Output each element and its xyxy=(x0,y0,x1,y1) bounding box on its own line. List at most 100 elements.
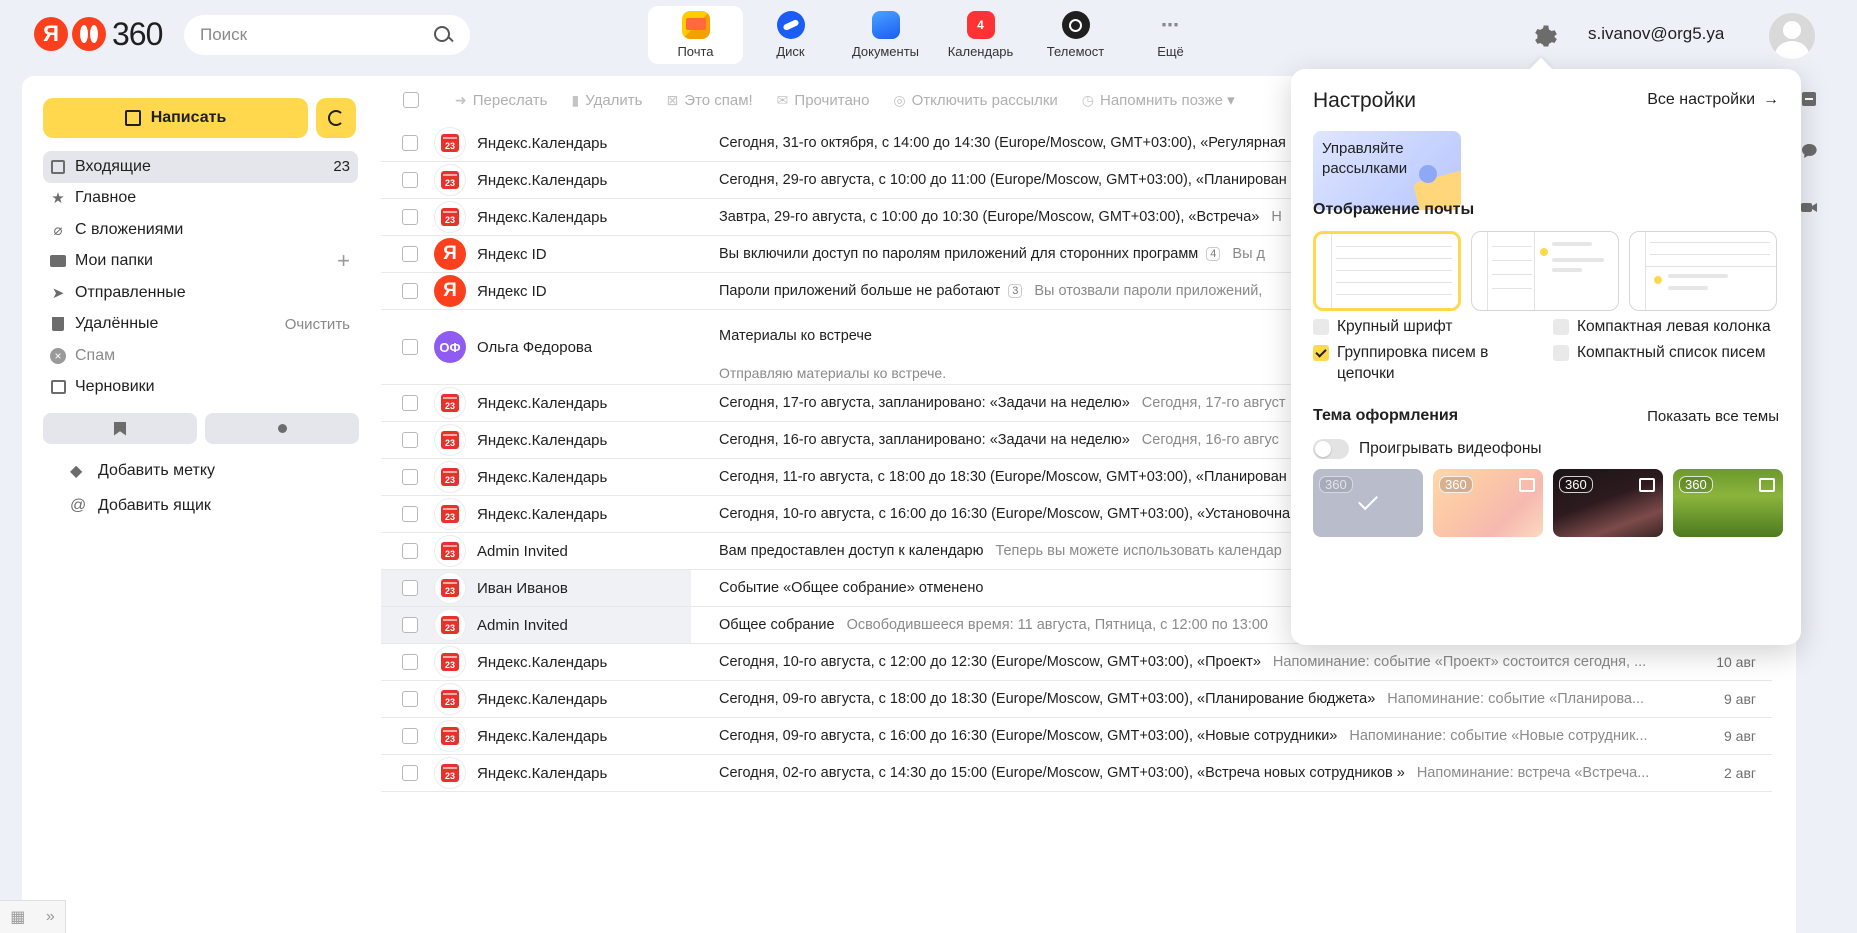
row-checkbox[interactable] xyxy=(402,469,418,485)
row-checkbox[interactable] xyxy=(402,283,418,299)
video-icon[interactable] xyxy=(1800,198,1818,216)
layout-option-split[interactable] xyxy=(1471,231,1619,311)
sidebar-item-spam[interactable]: × Спам xyxy=(43,340,358,372)
yandex-id-avatar: Я xyxy=(434,238,466,270)
select-all-checkbox[interactable] xyxy=(403,92,419,108)
table-row[interactable]: 23 Яндекс.Календарь Сегодня, 10-го августа… xyxy=(381,644,1772,681)
avatar[interactable] xyxy=(1769,13,1815,59)
yandex-360-logo[interactable]: Я 360 xyxy=(34,16,163,52)
layout-option-list[interactable] xyxy=(1313,231,1461,311)
refresh-button[interactable] xyxy=(316,98,356,138)
email-subject: Сегодня, 17-го августа, запланировано: «… xyxy=(719,395,1130,411)
expand-icon[interactable]: » xyxy=(46,908,55,926)
checkbox-checked[interactable] xyxy=(1313,345,1329,361)
theme-dark[interactable]: 360 xyxy=(1553,469,1663,537)
chat-icon[interactable] xyxy=(1800,142,1818,160)
search-icon[interactable] xyxy=(432,24,454,46)
option-group-threads[interactable]: Группировка писем в цепочки xyxy=(1313,343,1513,385)
mail-toolbar: ➜ Переслать ▮ Удалить ⊠ Это спам! ✉ Прочитан… xyxy=(381,80,1301,120)
archive-icon[interactable] xyxy=(1800,90,1818,108)
table-row[interactable]: 23 Яндекс.Календарь Сегодня, 09-го августа… xyxy=(381,681,1772,718)
checkbox[interactable] xyxy=(1553,319,1569,335)
sidebar-item-main[interactable]: ★ Главное xyxy=(43,183,358,215)
checkbox[interactable] xyxy=(1553,345,1569,361)
delete-button[interactable]: ▮ Удалить xyxy=(572,92,643,109)
service-more[interactable]: ⋯ Ещё xyxy=(1123,6,1218,64)
sidebar-item-label: С вложениями xyxy=(75,220,184,238)
row-checkbox[interactable] xyxy=(402,728,418,744)
row-checkbox[interactable] xyxy=(402,246,418,262)
theme-peach[interactable]: 360 xyxy=(1433,469,1543,537)
row-checkbox[interactable] xyxy=(402,209,418,225)
row-checkbox[interactable] xyxy=(402,580,418,596)
checkbox[interactable] xyxy=(1313,319,1329,335)
inbox-icon xyxy=(49,158,67,176)
video-toggle[interactable] xyxy=(1313,439,1349,459)
row-checkbox[interactable] xyxy=(402,506,418,522)
service-calendar[interactable]: 4 Календарь xyxy=(933,6,1028,64)
option-compact-list[interactable]: Компактный список писем xyxy=(1553,343,1766,364)
sidebar-item-deleted[interactable]: Удалённые Очистить xyxy=(43,309,358,341)
calendar-icon: 23 xyxy=(441,690,459,708)
remind-later-button[interactable]: ◷ Напомнить позже ▾ xyxy=(1082,91,1235,110)
add-folder-icon[interactable]: + xyxy=(337,248,350,274)
calendar-avatar: 23 xyxy=(434,683,466,715)
search-box[interactable] xyxy=(184,15,470,55)
thread-count-badge[interactable]: 3 xyxy=(1008,284,1023,299)
unsubscribe-button[interactable]: ◎ Отключить рассылки xyxy=(893,92,1057,109)
email-sender: Яндекс.Календарь xyxy=(477,171,608,189)
row-checkbox[interactable] xyxy=(402,172,418,188)
row-checkbox[interactable] xyxy=(402,543,418,559)
video-backgrounds-toggle-row[interactable]: Проигрывать видеофоны xyxy=(1313,439,1542,459)
theme-grass[interactable]: 360 xyxy=(1673,469,1783,537)
add-mailbox-link[interactable]: @ Добавить ящик xyxy=(70,491,320,521)
gear-icon[interactable] xyxy=(1532,22,1560,50)
row-checkbox[interactable] xyxy=(402,617,418,633)
add-label-text: Добавить метку xyxy=(98,462,216,479)
dot-pill[interactable] xyxy=(205,413,359,444)
service-disk[interactable]: Диск xyxy=(743,6,838,64)
row-checkbox[interactable] xyxy=(402,135,418,151)
service-documents[interactable]: Документы xyxy=(838,6,933,64)
thread-count-badge[interactable]: 4 xyxy=(1206,247,1221,262)
bookmarks-pill[interactable] xyxy=(43,413,197,444)
user-email[interactable]: s.ivanov@org5.ya36... xyxy=(1588,24,1724,44)
show-all-themes-link[interactable]: Показать все темы xyxy=(1647,408,1779,425)
search-input[interactable] xyxy=(200,25,432,45)
sidebar-item-my-folders[interactable]: Мои папки + xyxy=(43,246,358,278)
compose-button[interactable]: Написать xyxy=(43,98,308,138)
row-checkbox[interactable] xyxy=(402,765,418,781)
option-compact-left-column[interactable]: Компактная левая колонка xyxy=(1553,317,1771,338)
row-checkbox[interactable] xyxy=(402,395,418,411)
mark-read-button[interactable]: ✉ Прочитано xyxy=(777,92,870,109)
service-mail[interactable]: Почта xyxy=(648,6,743,64)
sidebar-item-sent[interactable]: ➤ Отправленные xyxy=(43,277,358,309)
row-checkbox[interactable] xyxy=(402,654,418,670)
spam-button[interactable]: ⊠ Это спам! xyxy=(667,92,753,109)
service-telemost[interactable]: Телемост xyxy=(1028,6,1123,64)
theme-default[interactable]: 360 xyxy=(1313,469,1423,537)
table-row[interactable]: 23 Яндекс.Календарь Сегодня, 02-го августа… xyxy=(381,755,1772,792)
calendar-icon: 23 xyxy=(441,468,459,486)
table-row[interactable]: 23 Яндекс.Календарь Сегодня, 09-го августа… xyxy=(381,718,1772,755)
disk-icon xyxy=(776,11,805,39)
bookmark-icon xyxy=(114,421,126,436)
sidebar-item-inbox[interactable]: Входящие 23 xyxy=(43,151,358,183)
option-large-font[interactable]: Крупный шрифт xyxy=(1313,317,1453,338)
manage-subscriptions-card[interactable]: Управляйте рассылками xyxy=(1313,131,1461,210)
row-checkbox[interactable] xyxy=(402,339,418,355)
email-subject: Событие «Общее собрание» отменено xyxy=(719,580,984,596)
forward-button[interactable]: ➜ Переслать xyxy=(455,92,548,109)
sidebar-item-drafts[interactable]: Черновики xyxy=(43,372,358,404)
sidebar-item-label: Мои папки xyxy=(75,252,153,270)
all-settings-link[interactable]: Все настройки → xyxy=(1647,91,1779,109)
add-label-link[interactable]: ◆ Добавить метку xyxy=(70,456,320,486)
clear-trash-button[interactable]: Очистить xyxy=(285,316,350,333)
row-checkbox[interactable] xyxy=(402,691,418,707)
sidebar-item-attachments[interactable]: ⌀ С вложениями xyxy=(43,214,358,246)
layout-icon[interactable]: ▦ xyxy=(10,907,25,927)
calendar-icon: 23 xyxy=(441,394,459,412)
row-checkbox[interactable] xyxy=(402,432,418,448)
sidebar: Написать Входящие 23 ★ Главное ⌀ С вложе… xyxy=(22,76,380,933)
layout-option-stacked[interactable] xyxy=(1629,231,1777,311)
